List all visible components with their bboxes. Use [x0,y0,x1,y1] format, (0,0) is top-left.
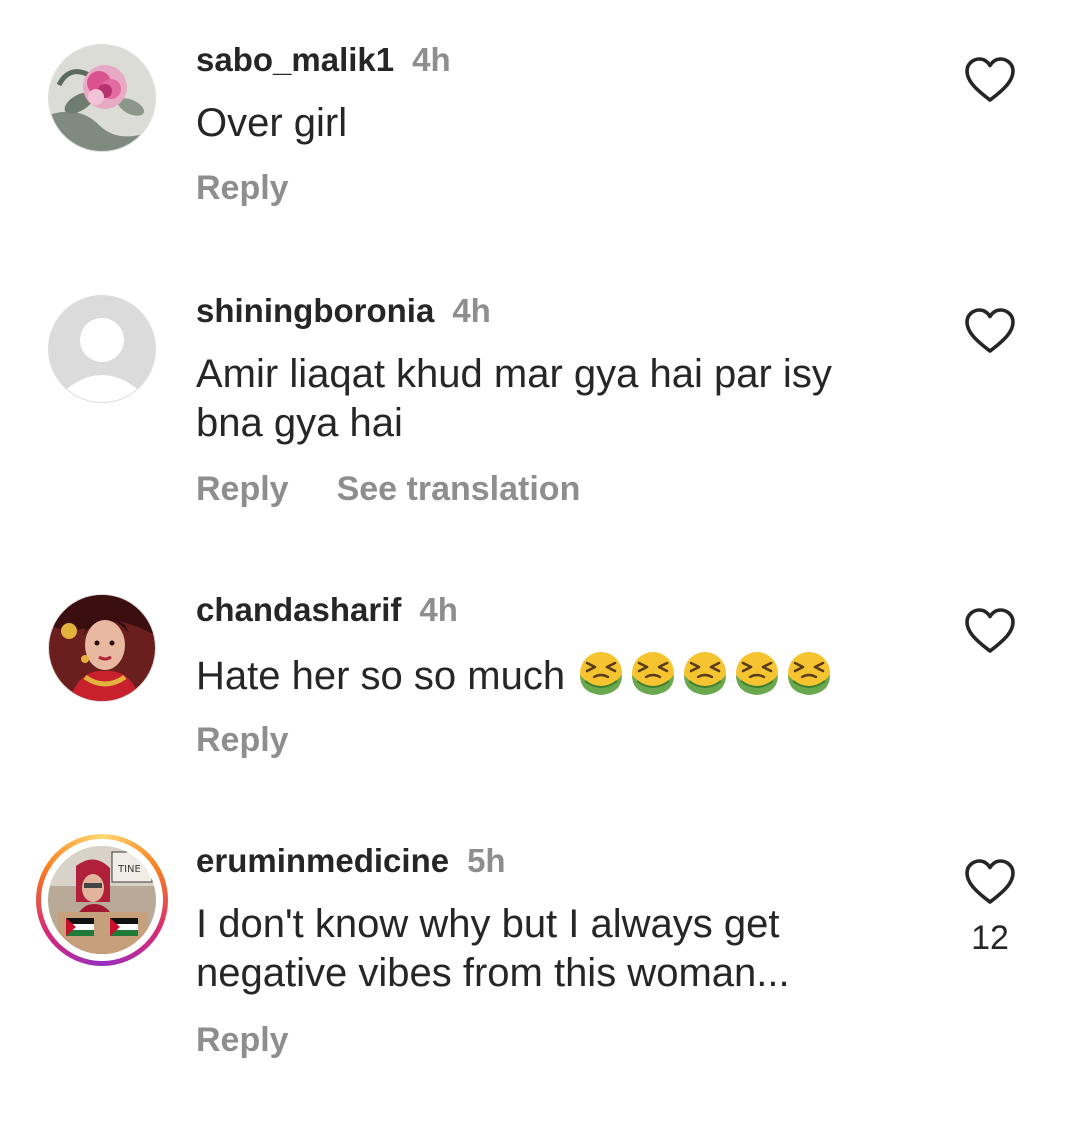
see-translation-button[interactable]: See translation [337,470,581,508]
comment-actions: Reply See translation [196,469,580,509]
nauseated-face-emoji [684,652,727,695]
comment-text: Amir liaqat khud mar gya hai par isy bna… [196,352,832,445]
emoji-row [576,652,836,698]
nauseated-face-emoji [632,652,675,695]
timestamp: 4h [419,591,458,628]
like-count: 12 [971,919,1009,957]
reply-button[interactable]: Reply [196,1021,289,1059]
heart-outline-icon[interactable] [964,607,1016,655]
username[interactable]: chandasharif [196,591,401,628]
nauseated-face-emoji [788,652,831,695]
comment-text: Over girl [196,101,348,145]
timestamp: 4h [412,41,451,78]
story-ring: TINE [36,834,168,966]
bridal-portrait-avatar [48,594,156,702]
comment-header: chandasharif 4h [196,590,458,630]
heart-outline-icon[interactable] [964,858,1016,906]
reply-button[interactable]: Reply [196,169,289,207]
comment-actions: Reply [196,168,289,208]
comment-header: eruminmedicine 5h [196,841,506,881]
heart-outline-icon[interactable] [964,307,1016,355]
comment-header: sabo_malik1 4h [196,40,451,80]
avatar[interactable]: TINE [36,834,168,966]
peony-flower-avatar [48,44,156,152]
comment-actions: Reply [196,1020,289,1060]
nauseated-face-emoji [736,652,779,695]
timestamp: 5h [467,842,506,879]
avatar[interactable] [48,44,156,152]
comment-text: I don't know why but I always get negati… [196,902,790,995]
username[interactable]: shiningboronia [196,292,434,329]
reply-button[interactable]: Reply [196,470,289,508]
username[interactable]: sabo_malik1 [196,41,394,78]
username[interactable]: eruminmedicine [196,842,449,879]
avatar[interactable] [48,594,156,702]
svg-text:TINE: TINE [117,864,141,875]
comment-text: Hate her so so much [196,654,566,698]
comment-actions: Reply [196,720,289,760]
avatar[interactable] [48,295,156,403]
timestamp: 4h [452,292,491,329]
comment-header: shiningboronia 4h [196,291,491,331]
nauseated-face-emoji [580,652,623,695]
reply-button[interactable]: Reply [196,721,289,759]
protest-photo-avatar: TINE [48,846,156,954]
comment-text-row: Hate her so so much [196,649,936,701]
default-avatar [48,295,156,403]
heart-outline-icon[interactable] [964,56,1016,104]
